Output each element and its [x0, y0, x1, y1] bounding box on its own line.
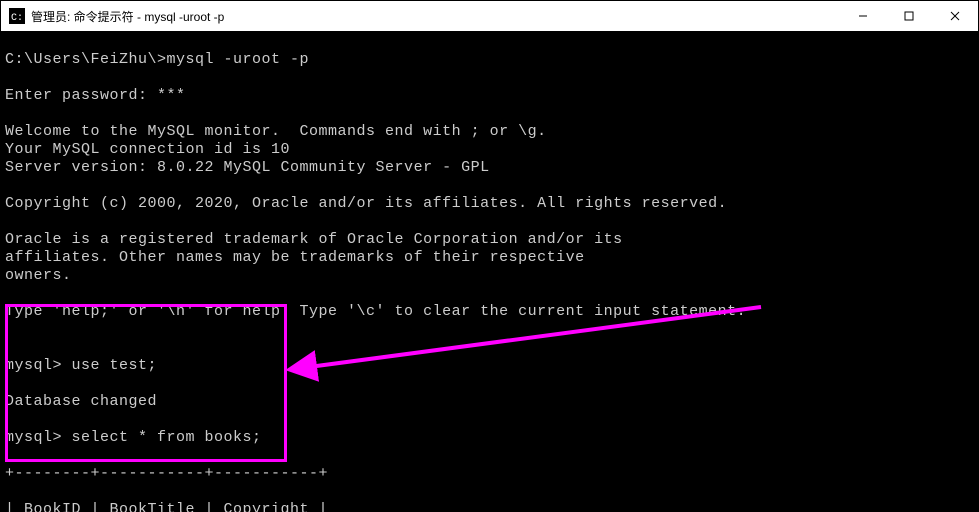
- svg-text:C:: C:: [11, 13, 23, 24]
- welcome-line: Copyright (c) 2000, 2020, Oracle and/or …: [5, 195, 974, 213]
- minimize-button[interactable]: [840, 1, 886, 31]
- welcome-line: Type 'help;' or '\h' for help. Type '\c'…: [5, 303, 974, 321]
- table-border: +--------+-----------+-----------+: [5, 465, 974, 483]
- prompt-path: C:\Users\FeiZhu\>: [5, 51, 167, 68]
- welcome-line: [5, 213, 974, 231]
- welcome-line: Welcome to the MySQL monitor. Commands e…: [5, 123, 974, 141]
- select-command: select * from books;: [62, 429, 262, 446]
- welcome-line: affiliates. Other names may be trademark…: [5, 249, 974, 267]
- window-controls: [840, 1, 978, 31]
- welcome-line: Your MySQL connection id is 10: [5, 141, 974, 159]
- close-button[interactable]: [932, 1, 978, 31]
- welcome-line: owners.: [5, 267, 974, 285]
- command-text: mysql -uroot -p: [167, 51, 310, 68]
- welcome-block: Welcome to the MySQL monitor. Commands e…: [5, 123, 974, 339]
- welcome-line: Server version: 8.0.22 MySQL Community S…: [5, 159, 974, 177]
- use-command: use test;: [62, 357, 157, 374]
- password-line: Enter password: ***: [5, 87, 974, 105]
- cmd-icon: C:: [9, 8, 25, 24]
- app-window: C: 管理员: 命令提示符 - mysql -uroot -p C:\Users…: [0, 0, 979, 512]
- welcome-line: [5, 321, 974, 339]
- titlebar[interactable]: C: 管理员: 命令提示符 - mysql -uroot -p: [1, 1, 978, 32]
- mysql-prompt: mysql>: [5, 429, 62, 446]
- terminal-area[interactable]: C:\Users\FeiZhu\>mysql -uroot -p Enter p…: [1, 31, 978, 511]
- mysql-use-line: mysql> use test;: [5, 357, 974, 375]
- prompt-line: C:\Users\FeiZhu\>mysql -uroot -p: [5, 51, 974, 69]
- welcome-line: [5, 285, 974, 303]
- window-title: 管理员: 命令提示符 - mysql -uroot -p: [31, 8, 840, 25]
- table-header: | BookID | BookTitle | Copyright |: [5, 501, 974, 512]
- mysql-select-line: mysql> select * from books;: [5, 429, 974, 447]
- mysql-prompt: mysql>: [5, 357, 62, 374]
- welcome-line: Oracle is a registered trademark of Orac…: [5, 231, 974, 249]
- maximize-button[interactable]: [886, 1, 932, 31]
- welcome-line: [5, 177, 974, 195]
- db-changed-line: Database changed: [5, 393, 974, 411]
